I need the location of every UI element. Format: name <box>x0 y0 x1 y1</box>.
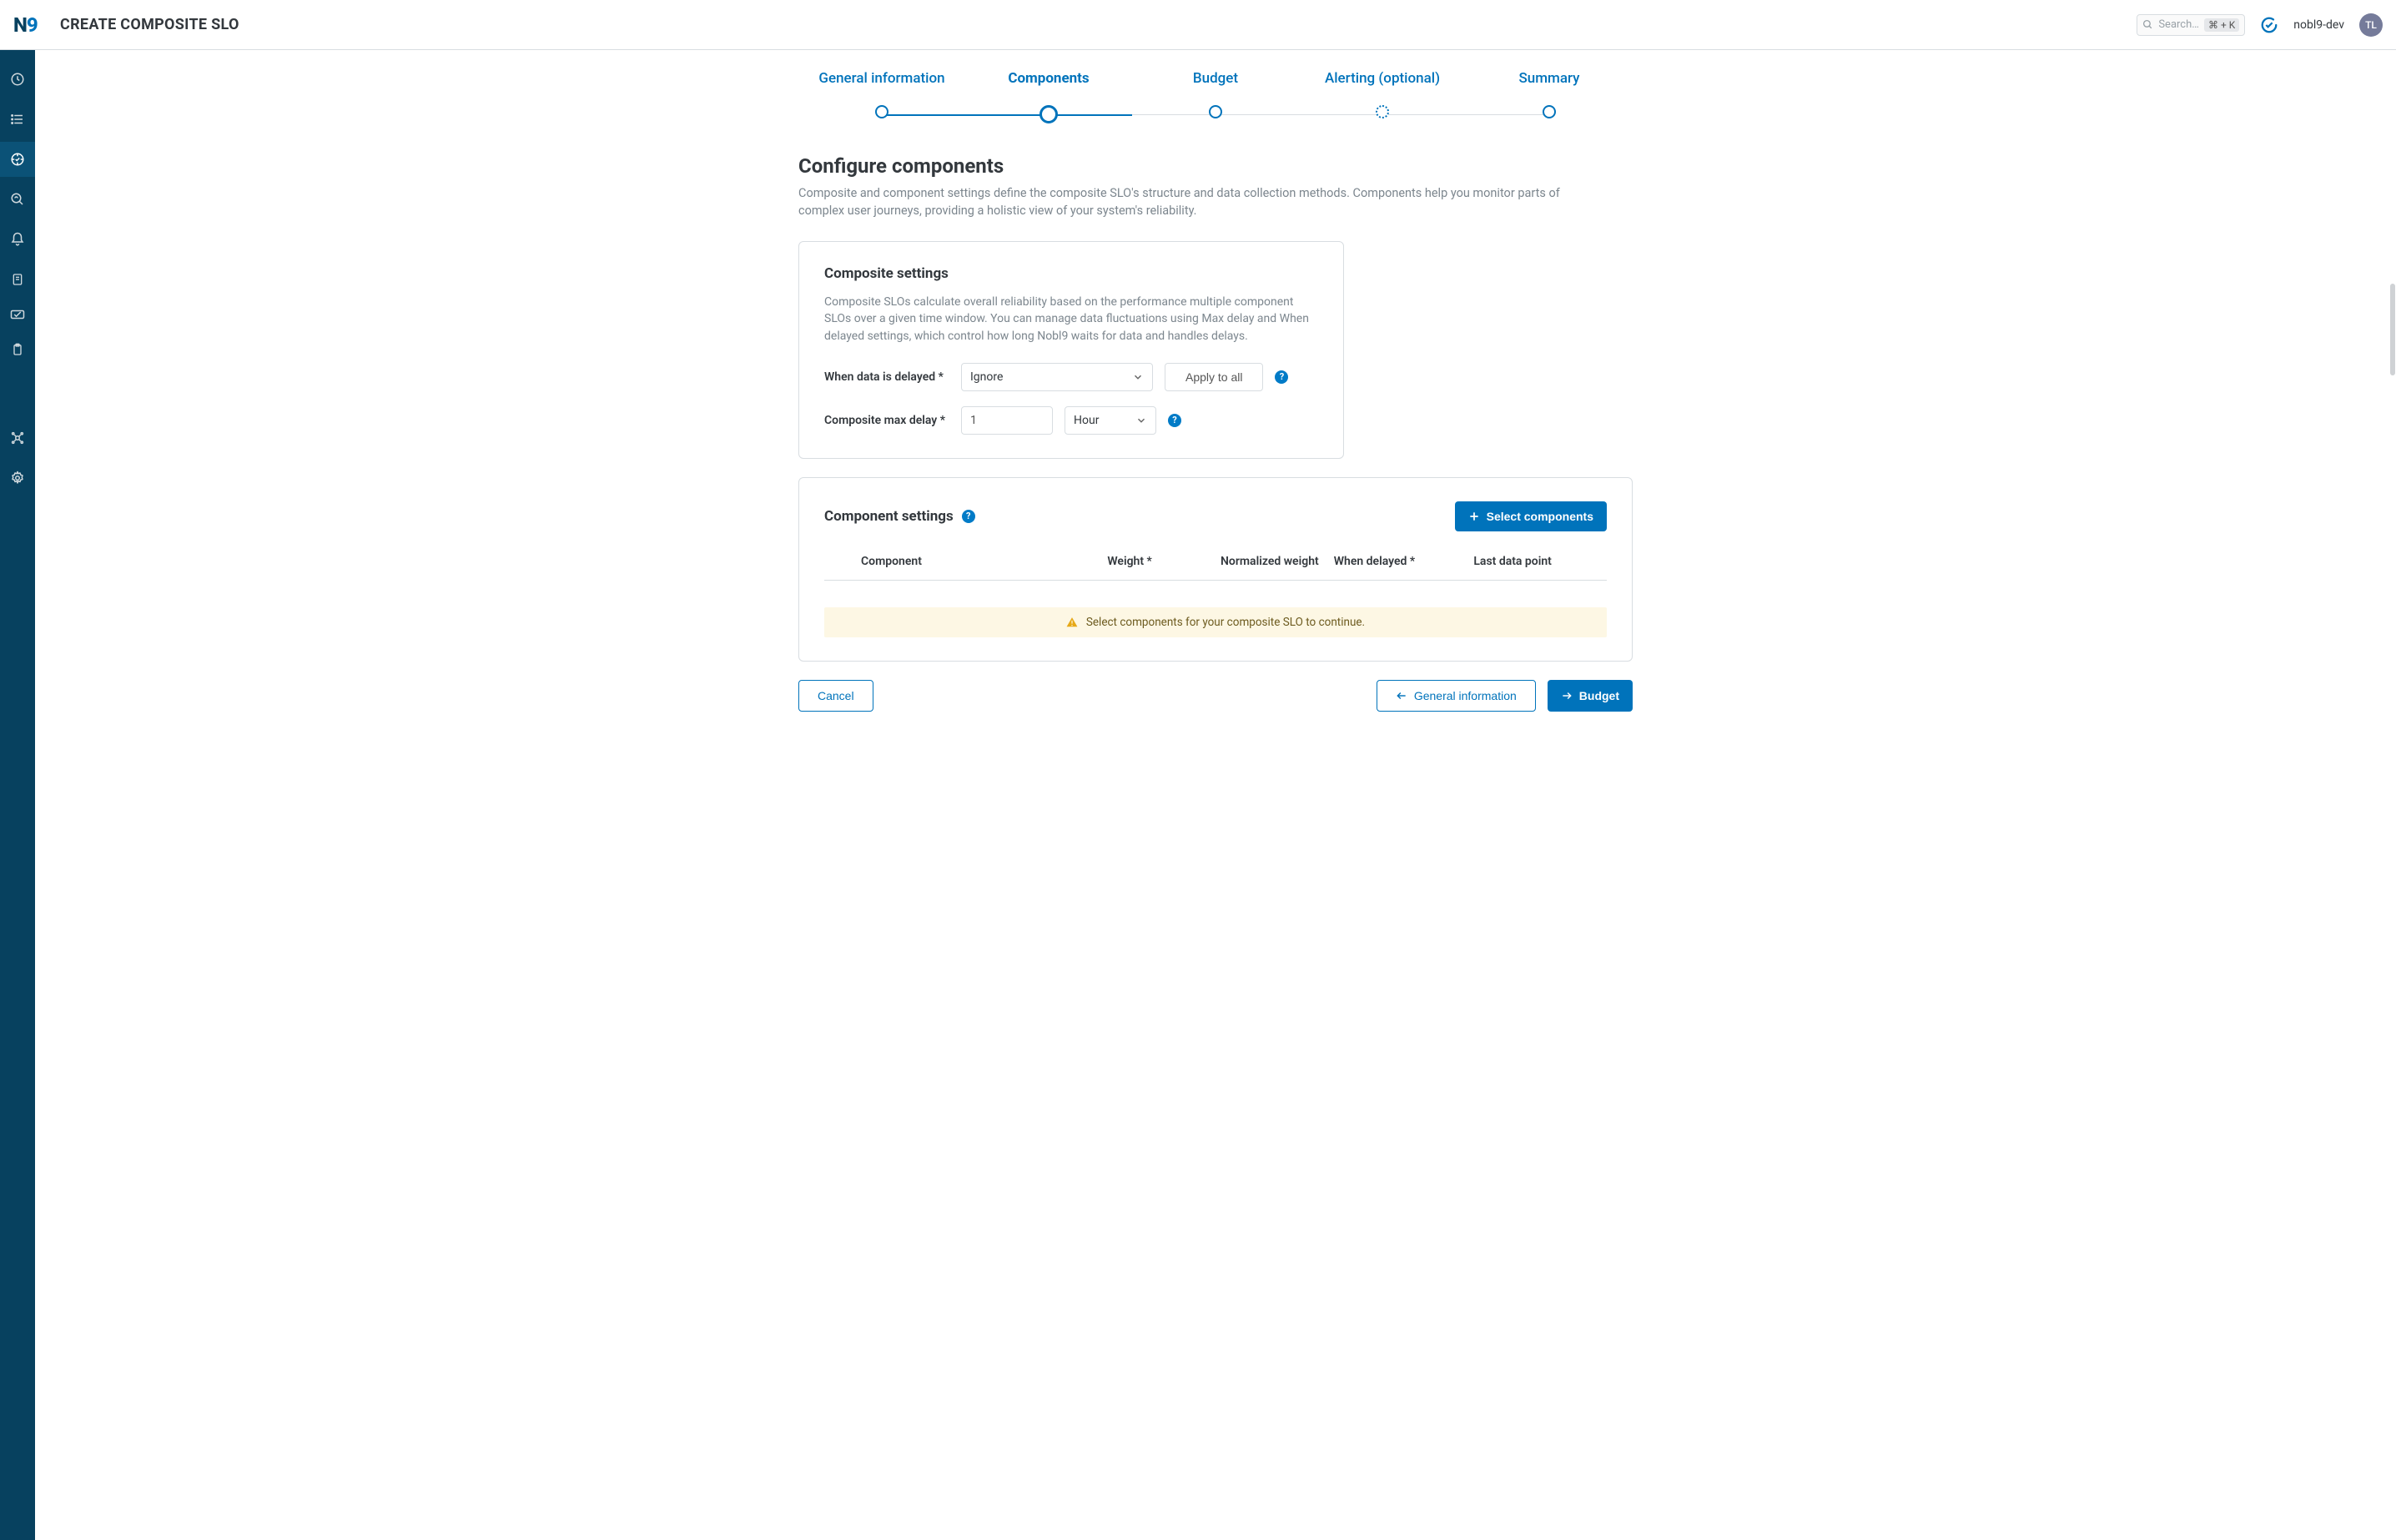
when-delayed-value: Ignore <box>970 370 1003 384</box>
component-table-header: Component Weight * Normalized weight Whe… <box>824 555 1607 581</box>
composite-settings-panel: Composite settings Composite SLOs calcul… <box>798 241 1344 459</box>
topbar-right: Search… ⌘ + K nobl9-dev TL <box>2137 13 2383 37</box>
warning-banner: Select components for your composite SLO… <box>824 607 1607 637</box>
logo[interactable]: N9 <box>13 13 50 37</box>
composite-settings-desc: Composite SLOs calculate overall reliabi… <box>824 294 1316 345</box>
step-summary[interactable]: Summary <box>1466 70 1633 121</box>
help-icon[interactable]: ? <box>962 510 975 523</box>
nav-clipboard-icon[interactable] <box>0 332 35 367</box>
next-label: Budget <box>1579 689 1619 702</box>
max-delay-label: Composite max delay * <box>824 414 949 427</box>
nav-settings-icon[interactable] <box>0 460 35 496</box>
component-settings-panel: Component settings ? Select components C… <box>798 477 1633 662</box>
avatar[interactable]: TL <box>2359 13 2383 37</box>
nav-magnify-icon[interactable] <box>0 182 35 217</box>
status-radial-icon[interactable] <box>2260 16 2278 34</box>
select-components-label: Select components <box>1487 510 1593 523</box>
arrow-left-icon <box>1396 690 1407 702</box>
topbar: N9 CREATE COMPOSITE SLO Search… ⌘ + K no… <box>0 0 2396 50</box>
max-delay-unit-select[interactable]: Hour <box>1065 406 1156 435</box>
nav-integrations-icon[interactable] <box>0 420 35 455</box>
composite-settings-title: Composite settings <box>824 265 1318 282</box>
nav-compass-icon[interactable] <box>0 62 35 97</box>
sidenav <box>0 50 35 1540</box>
warning-text: Select components for your composite SLO… <box>1086 616 1365 629</box>
step-dot <box>875 105 888 118</box>
wizard-footer: Cancel General information Budget <box>798 680 1633 712</box>
step-dot <box>1209 105 1222 118</box>
col-component: Component <box>861 555 1100 568</box>
when-delayed-select[interactable]: Ignore <box>961 363 1153 391</box>
step-dot <box>1543 105 1556 118</box>
max-delay-input[interactable]: 1 <box>961 406 1053 435</box>
max-delay-unit: Hour <box>1074 414 1099 427</box>
step-dot <box>1039 105 1058 123</box>
step-general-information[interactable]: General information <box>798 70 965 121</box>
select-components-button[interactable]: Select components <box>1455 501 1607 531</box>
col-last-point: Last data point <box>1473 555 1607 568</box>
section-desc: Composite and component settings define … <box>798 184 1599 219</box>
nav-check-icon[interactable] <box>0 302 35 327</box>
back-button[interactable]: General information <box>1377 680 1536 712</box>
component-settings-title: Component settings <box>824 508 954 525</box>
search-kbd: ⌘ + K <box>2204 18 2239 32</box>
main: General information Components Budget Al… <box>35 50 2396 1540</box>
next-button[interactable]: Budget <box>1548 680 1633 712</box>
col-weight: Weight * <box>1107 555 1214 568</box>
org-name[interactable]: nobl9-dev <box>2293 18 2344 32</box>
nav-bell-icon[interactable] <box>0 222 35 257</box>
apply-to-all-button[interactable]: Apply to all <box>1165 363 1263 391</box>
logo-n: N <box>13 13 27 37</box>
step-alerting[interactable]: Alerting (optional) <box>1299 70 1466 121</box>
max-delay-row: Composite max delay * 1 Hour ? <box>824 406 1318 435</box>
help-icon[interactable]: ? <box>1275 370 1288 384</box>
chevron-down-icon <box>1132 371 1144 383</box>
search-input[interactable]: Search… ⌘ + K <box>2137 14 2245 36</box>
step-budget[interactable]: Budget <box>1132 70 1299 121</box>
cancel-button[interactable]: Cancel <box>798 680 873 712</box>
step-label: Components <box>1008 70 1089 87</box>
help-icon[interactable]: ? <box>1168 414 1181 427</box>
step-label: Budget <box>1193 70 1238 87</box>
back-label: General information <box>1414 689 1517 702</box>
nav-doc-icon[interactable] <box>0 262 35 297</box>
search-placeholder: Search… <box>2158 18 2199 31</box>
logo-9: 9 <box>27 13 38 37</box>
scrollbar-thumb[interactable] <box>2390 284 2395 375</box>
when-delayed-row: When data is delayed * Ignore Apply to a… <box>824 363 1318 391</box>
col-when-delayed: When delayed * <box>1334 555 1467 568</box>
nav-list-icon[interactable] <box>0 102 35 137</box>
when-delayed-label: When data is delayed * <box>824 370 949 384</box>
section-title: Configure components <box>798 154 1633 178</box>
col-norm-weight: Normalized weight <box>1221 555 1327 568</box>
step-label: General information <box>818 70 944 87</box>
step-components[interactable]: Components <box>965 70 1132 121</box>
nav-target-icon[interactable] <box>0 142 35 177</box>
arrow-right-icon <box>1561 690 1573 702</box>
chevron-down-icon <box>1135 415 1147 426</box>
stepper: General information Components Budget Al… <box>798 70 1633 121</box>
page-title: CREATE COMPOSITE SLO <box>60 16 239 33</box>
search-icon <box>2142 19 2153 30</box>
step-label: Alerting (optional) <box>1325 70 1440 87</box>
step-dot <box>1376 105 1389 118</box>
plus-icon <box>1468 511 1480 522</box>
warning-icon <box>1066 617 1078 628</box>
step-label: Summary <box>1518 70 1579 87</box>
